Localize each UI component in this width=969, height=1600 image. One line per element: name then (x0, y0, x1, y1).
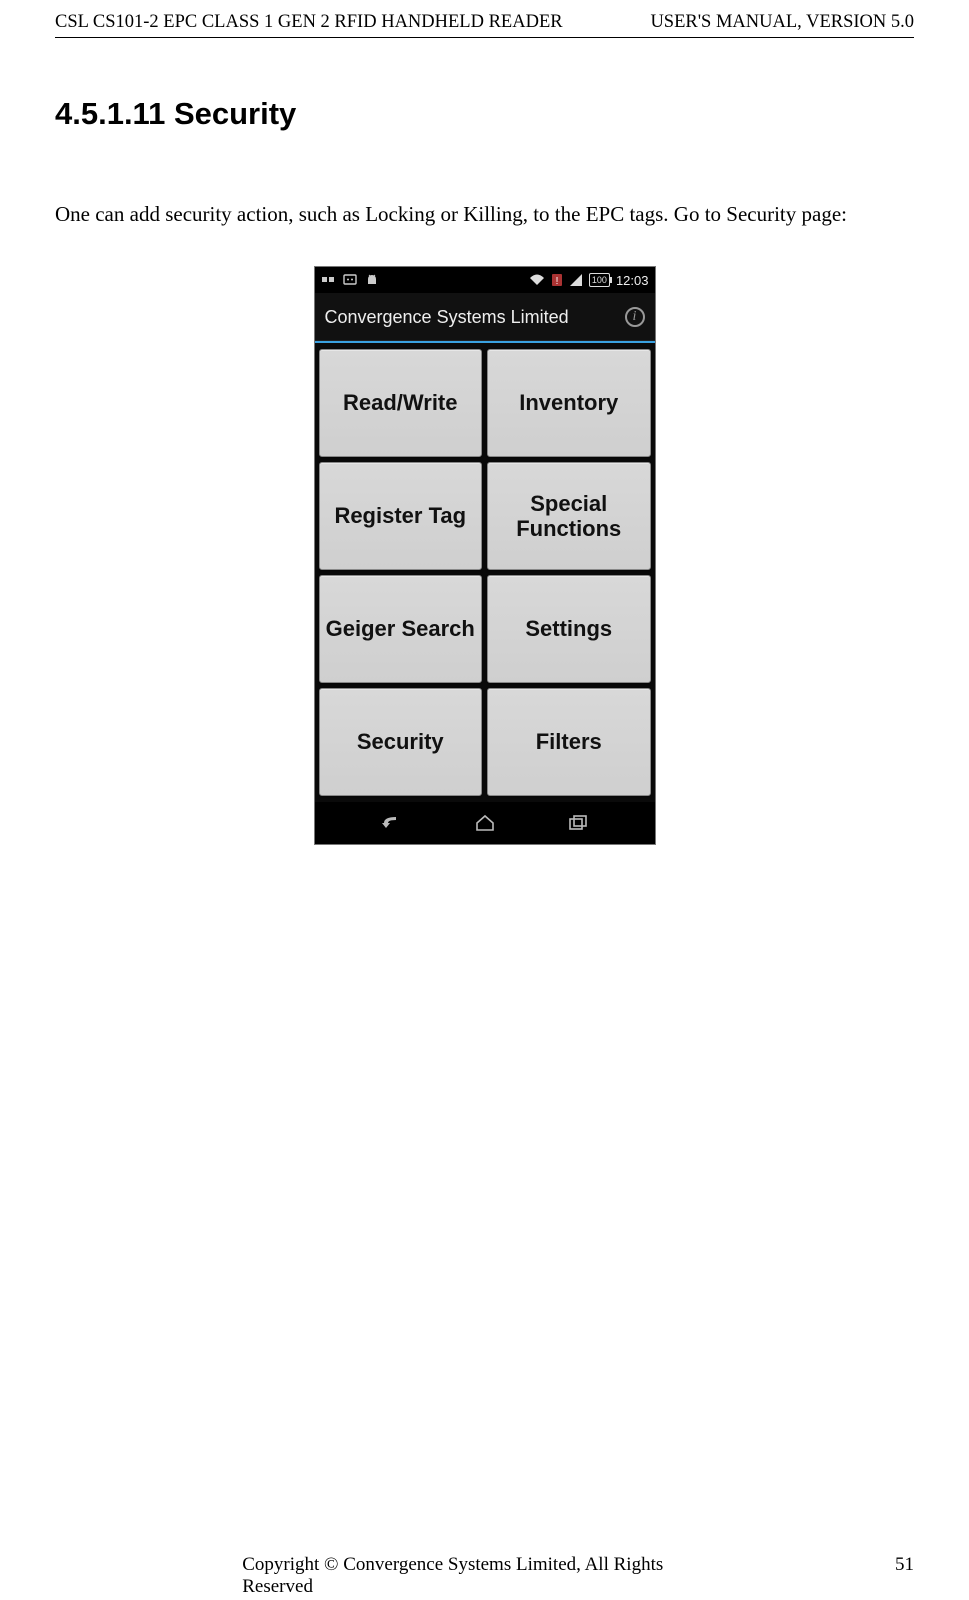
security-button[interactable]: Security (319, 688, 483, 796)
signal-icon (569, 273, 583, 287)
page-footer: Copyright © Convergence Systems Limited,… (0, 1554, 969, 1576)
home-icon[interactable] (474, 814, 496, 832)
wifi-icon (529, 273, 545, 287)
section-body: One can add security action, such as Loc… (55, 192, 914, 236)
section-heading: 4.5.1.11 Security (55, 96, 914, 132)
status-left (321, 273, 379, 287)
sim-error-icon: ! (551, 273, 563, 287)
button-grid: Read/Write Inventory Register Tag Specia… (317, 345, 653, 800)
page-number: 51 (895, 1554, 914, 1576)
app-title: Convergence Systems Limited (325, 307, 569, 328)
status-right: ! 100 12:03 (529, 273, 649, 288)
status-time: 12:03 (616, 273, 649, 288)
settings-button[interactable]: Settings (487, 575, 651, 683)
svg-text:!: ! (556, 276, 559, 287)
footer-copyright: Copyright © Convergence Systems Limited,… (242, 1554, 727, 1598)
android-status-bar: ! 100 12:03 (315, 267, 655, 293)
header-right: USER'S MANUAL, VERSION 5.0 (650, 12, 914, 33)
android-nav-bar (315, 802, 655, 844)
phone-frame: ! 100 12:03 Convergence Systems Limited … (314, 266, 656, 845)
filters-button[interactable]: Filters (487, 688, 651, 796)
read-write-button[interactable]: Read/Write (319, 349, 483, 457)
page-content: 4.5.1.11 Security One can add security a… (0, 38, 969, 845)
back-icon[interactable] (380, 814, 404, 832)
header-left: CSL CS101-2 EPC CLASS 1 GEN 2 RFID HANDH… (55, 12, 563, 33)
app-grid-area: Read/Write Inventory Register Tag Specia… (315, 343, 655, 802)
embedded-screenshot: ! 100 12:03 Convergence Systems Limited … (55, 266, 914, 845)
two-dots-icon (321, 273, 335, 287)
dialog-icon (343, 273, 357, 287)
battery-text: 100 (592, 275, 607, 285)
special-functions-button[interactable]: Special Functions (487, 462, 651, 570)
android-icon (365, 273, 379, 287)
info-icon[interactable]: i (625, 307, 645, 327)
geiger-search-button[interactable]: Geiger Search (319, 575, 483, 683)
battery-icon: 100 (589, 273, 610, 287)
app-title-bar: Convergence Systems Limited i (315, 293, 655, 343)
inventory-button[interactable]: Inventory (487, 349, 651, 457)
recent-icon[interactable] (567, 814, 589, 832)
page-header: CSL CS101-2 EPC CLASS 1 GEN 2 RFID HANDH… (0, 0, 969, 37)
register-tag-button[interactable]: Register Tag (319, 462, 483, 570)
